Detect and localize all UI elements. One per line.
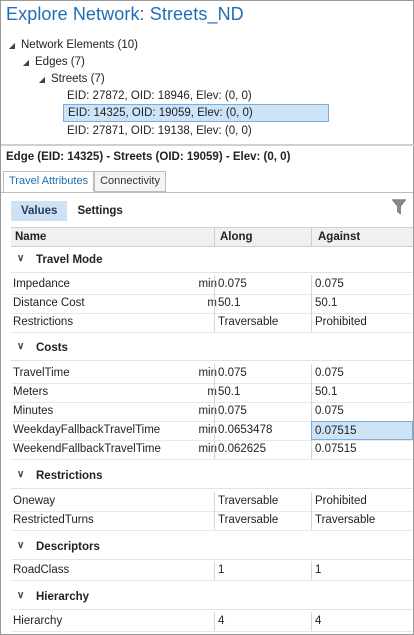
against-value[interactable]: Prohibited [311, 492, 413, 511]
group-header-restrictions[interactable]: ∨ Restrictions [11, 465, 413, 489]
along-value[interactable]: 50.1 [214, 383, 311, 402]
attribute-name: Minutes [13, 405, 54, 417]
tree-node-streets[interactable]: ◢ Streets (7) [37, 70, 105, 88]
subtab-settings[interactable]: Settings [67, 201, 132, 221]
along-value[interactable]: Traversable [214, 313, 311, 332]
attribute-name: Oneway [13, 495, 56, 507]
table-row[interactable]: WeekdayFallbackTravelTime min 0.0653478 … [11, 421, 413, 441]
table-row[interactable]: TravelTime min 0.075 0.075 [11, 364, 413, 384]
tree-node-label: Streets (7) [51, 73, 105, 85]
against-value[interactable]: 50.1 [311, 294, 413, 313]
against-value[interactable]: 0.075 [311, 402, 413, 421]
attribute-name: TravelTime [13, 367, 70, 379]
table-row[interactable]: Distance Cost m 50.1 50.1 [11, 294, 413, 314]
chevron-down-icon[interactable]: ∨ [17, 469, 24, 480]
grid-header: Name Along Against [11, 227, 413, 247]
attribute-name: Meters [13, 386, 49, 398]
chevron-down-icon[interactable]: ∨ [17, 341, 24, 352]
expand-triangle-icon[interactable]: ◢ [21, 58, 31, 67]
table-row[interactable]: Restrictions Traversable Prohibited [11, 313, 413, 333]
along-value[interactable]: 50.1 [214, 294, 311, 313]
chevron-down-icon[interactable]: ∨ [17, 540, 24, 551]
group-label: Restrictions [36, 470, 103, 482]
along-value[interactable]: Traversable [214, 511, 311, 530]
explore-network-pane: Explore Network: Streets_ND ◢ Network El… [0, 0, 414, 635]
against-value[interactable]: Traversable [311, 511, 413, 530]
expand-triangle-icon[interactable]: ◢ [37, 75, 47, 84]
group-header-hierarchy[interactable]: ∨ Hierarchy [11, 586, 413, 610]
group-label: Travel Mode [36, 254, 103, 266]
tab-connectivity[interactable]: Connectivity [94, 171, 166, 192]
along-value[interactable]: 0.0653478 [214, 421, 311, 440]
attribute-name: WeekdayFallbackTravelTime [13, 424, 161, 436]
table-row[interactable]: RoadClass 1 1 [11, 561, 413, 581]
along-value[interactable]: 0.075 [214, 364, 311, 383]
against-value[interactable]: 0.075 [311, 275, 413, 294]
column-header-name[interactable]: Name [15, 231, 46, 243]
along-value[interactable]: 0.062625 [214, 440, 311, 459]
against-value[interactable]: 0.07515 [311, 440, 413, 459]
attribute-name: Impedance [13, 278, 70, 290]
subtab-values[interactable]: Values [11, 201, 68, 221]
element-detail-header: Edge (EID: 14325) - Streets (OID: 19059)… [6, 151, 291, 163]
attribute-name: Distance Cost [13, 297, 85, 309]
tree-leaf-element[interactable]: EID: 27871, OID: 19138, Elev: (0, 0) [63, 122, 329, 140]
against-value[interactable]: 4 [311, 612, 413, 631]
table-row[interactable]: Impedance min 0.075 0.075 [11, 275, 413, 295]
table-row[interactable]: Hierarchy 4 4 [11, 612, 413, 632]
along-value[interactable]: 4 [214, 612, 311, 631]
attribute-name: WeekendFallbackTravelTime [13, 443, 161, 455]
group-header-costs[interactable]: ∨ Costs [11, 337, 413, 361]
attribute-name: RestrictedTurns [13, 514, 94, 526]
tab-divider [1, 192, 413, 193]
column-header-against[interactable]: Against [318, 231, 360, 243]
along-value[interactable]: 0.075 [214, 402, 311, 421]
against-value-selected[interactable]: 0.07515 [311, 421, 413, 440]
table-row[interactable]: Oneway Traversable Prohibited [11, 492, 413, 512]
chevron-down-icon[interactable]: ∨ [17, 590, 24, 601]
along-value[interactable]: Traversable [214, 492, 311, 511]
column-header-along[interactable]: Along [220, 231, 253, 243]
against-value[interactable]: Prohibited [311, 313, 413, 332]
table-row[interactable]: Meters m 50.1 50.1 [11, 383, 413, 403]
group-label: Hierarchy [36, 591, 90, 603]
detail-tabs: Travel Attributes Connectivity [3, 171, 166, 193]
group-label: Costs [36, 342, 68, 354]
view-switch: Values Settings [11, 201, 133, 221]
attribute-name: Hierarchy [13, 615, 63, 627]
against-value[interactable]: 1 [311, 561, 413, 580]
tree-leaf-element-selected[interactable]: EID: 14325, OID: 19059, Elev: (0, 0) [63, 104, 329, 122]
tab-travel-attributes[interactable]: Travel Attributes [3, 171, 95, 192]
tree-node-network-elements[interactable]: ◢ Network Elements (10) [7, 36, 138, 54]
tree-node-edges[interactable]: ◢ Edges (7) [21, 53, 85, 71]
group-header-travel-mode[interactable]: ∨ Travel Mode [11, 249, 413, 273]
along-value[interactable]: 0.075 [214, 275, 311, 294]
attribute-name: Restrictions [13, 316, 74, 328]
tree-node-label: Network Elements (10) [21, 39, 138, 51]
chevron-down-icon[interactable]: ∨ [17, 253, 24, 264]
table-row[interactable]: WeekendFallbackTravelTime min 0.062625 0… [11, 440, 413, 460]
attribute-name: RoadClass [13, 564, 70, 576]
along-value[interactable]: 1 [214, 561, 311, 580]
expand-triangle-icon[interactable]: ◢ [7, 41, 17, 50]
pane-title: Explore Network: Streets_ND [6, 4, 244, 24]
pane-splitter[interactable] [1, 144, 414, 146]
tree-node-label: Edges (7) [35, 56, 85, 68]
tree-leaf-element[interactable]: EID: 27872, OID: 18946, Elev: (0, 0) [63, 87, 329, 105]
filter-icon[interactable] [392, 199, 406, 215]
table-row[interactable]: Minutes min 0.075 0.075 [11, 402, 413, 422]
against-value[interactable]: 0.075 [311, 364, 413, 383]
group-header-descriptors[interactable]: ∨ Descriptors [11, 536, 413, 560]
group-label: Descriptors [36, 541, 100, 553]
table-row[interactable]: RestrictedTurns Traversable Traversable [11, 511, 413, 531]
against-value[interactable]: 50.1 [311, 383, 413, 402]
